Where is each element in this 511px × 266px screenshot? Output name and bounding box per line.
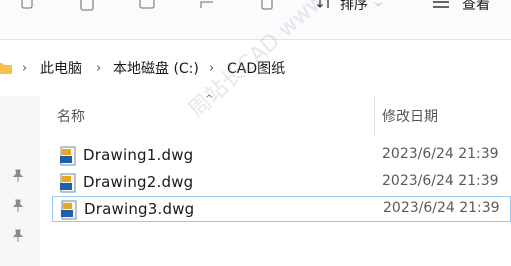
- chevron-right-icon[interactable]: ›: [96, 49, 101, 87]
- view-label: 查看: [462, 0, 490, 13]
- breadcrumb: › 此电脑 › 本地磁盘 (C:) › CAD图纸: [0, 49, 511, 87]
- dwg-file-icon: [59, 200, 79, 220]
- chevron-right-icon[interactable]: ›: [209, 49, 214, 87]
- chevron-right-icon[interactable]: ›: [22, 49, 27, 87]
- sort-icon: [316, 0, 332, 14]
- dwg-file-icon: [58, 146, 78, 166]
- file-name[interactable]: Drawing3.dwg: [84, 200, 194, 218]
- rename-icon[interactable]: [138, 0, 156, 12]
- copy-icon[interactable]: [18, 0, 36, 12]
- file-modified-date: 2023/6/24 21:39: [382, 146, 499, 162]
- paste-icon[interactable]: [78, 0, 96, 12]
- breadcrumb-item-cad-folder[interactable]: CAD图纸: [227, 49, 285, 87]
- navigation-pane: [0, 96, 40, 266]
- file-name[interactable]: Drawing1.dwg: [83, 146, 193, 164]
- file-modified-date: 2023/6/24 21:39: [382, 173, 499, 189]
- sort-button[interactable]: 排序 ⌵: [316, 0, 382, 14]
- file-modified-date: 2023/6/24 21:39: [383, 200, 500, 216]
- sort-label: 排序: [340, 0, 368, 13]
- pin-icon[interactable]: [10, 198, 26, 214]
- pin-icon[interactable]: [10, 228, 26, 244]
- dwg-file-icon: [58, 173, 78, 193]
- breadcrumb-item-this-pc[interactable]: 此电脑: [40, 49, 82, 87]
- pin-icon[interactable]: [10, 168, 26, 184]
- file-name[interactable]: Drawing2.dwg: [83, 173, 193, 191]
- file-row[interactable]: Drawing1.dwg 2023/6/24 21:39: [52, 143, 511, 169]
- file-row[interactable]: Drawing2.dwg 2023/6/24 21:39: [52, 170, 511, 196]
- breadcrumb-item-local-disk[interactable]: 本地磁盘 (C:): [113, 49, 199, 87]
- column-header-name[interactable]: 名称: [57, 106, 85, 126]
- view-button[interactable]: 查看: [432, 0, 490, 14]
- delete-icon[interactable]: [258, 0, 276, 12]
- command-bar: 排序 ⌵ 查看: [0, 0, 511, 40]
- share-icon[interactable]: [198, 0, 216, 12]
- folder-icon: [0, 49, 12, 87]
- chevron-down-icon: ⌵: [375, 0, 382, 9]
- column-header-modified[interactable]: 修改日期: [382, 106, 438, 126]
- column-divider[interactable]: [374, 96, 375, 136]
- sort-ascending-icon: ^: [205, 94, 214, 105]
- view-icon: [432, 0, 450, 13]
- file-row-selected[interactable]: Drawing3.dwg 2023/6/24 21:39: [52, 196, 511, 222]
